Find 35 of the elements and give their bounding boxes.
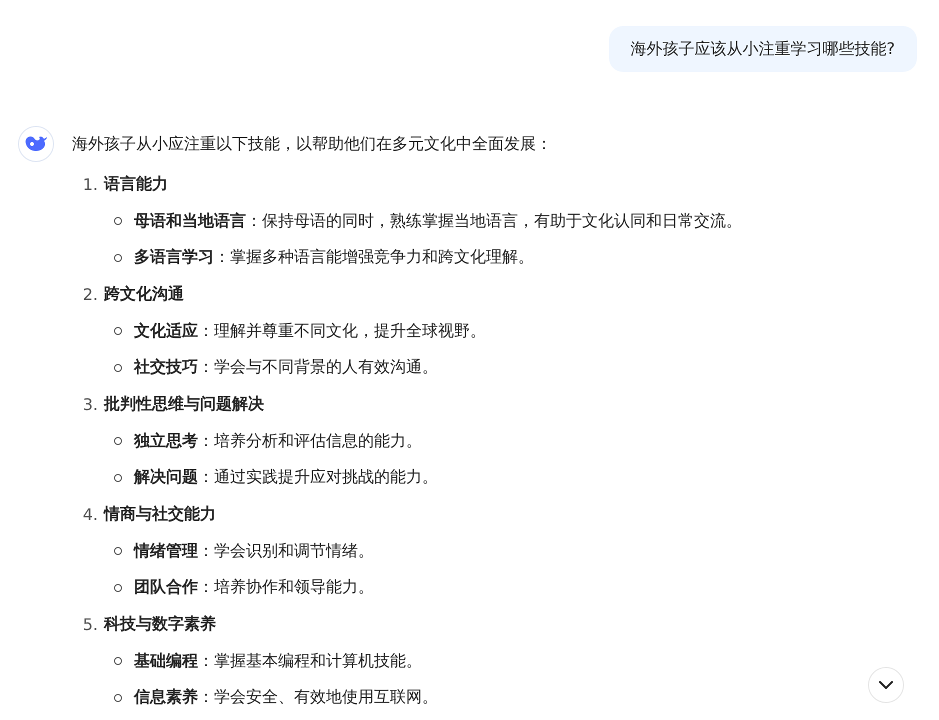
list-item-text: 母语和当地语言：保持母语的同时，熟练掌握当地语言，有助于文化认同和日常交流。 [134,210,742,232]
section-title: 科技与数字素养 [104,614,216,636]
section-title: 批判性思维与问题解决 [104,394,264,415]
bullet-icon [114,327,122,336]
list-number: 1. [82,174,98,194]
scroll-down-button[interactable] [868,667,904,703]
list-item-text: 独立思考：培养分析和评估信息的能力。 [134,430,422,452]
list-number: 3. [82,394,98,414]
bullet-icon [114,474,122,482]
section-title: 情商与社交能力 [104,504,216,526]
list-item-text: 基础编程：掌握基本编程和计算机技能。 [134,650,422,672]
bullet-icon [114,694,122,702]
bullet-icon [114,584,122,592]
bullet-icon [114,547,122,556]
reply-intro: 海外孩子从小应注重以下技能，以帮助他们在多元文化中全面发展： [72,133,553,155]
bullet-icon [114,254,122,262]
user-message: 海外孩子应该从小注重学习哪些技能? [608,26,917,72]
chevron-down-icon [878,680,894,690]
list-number: 5. [82,615,98,634]
list-number: 4. [82,505,98,524]
bullet-icon [114,217,122,226]
bullet-icon [114,364,122,372]
bullet-icon [114,657,122,666]
list-item-text: 解决问题：通过实践提升应对挑战的能力。 [134,467,438,488]
list-item-text: 团队合作：培养协作和领导能力。 [134,577,374,598]
bullet-icon [114,437,122,446]
list-item-text: 情绪管理：学会识别和调节情绪。 [134,540,374,562]
list-item-text: 信息素养：学会安全、有效地使用互联网。 [134,687,438,708]
list-item-text: 多语言学习：掌握多种语言能增强竞争力和跨文化理解。 [134,247,534,268]
section-title: 跨文化沟通 [104,284,184,305]
list-number: 2. [82,284,98,304]
whale-icon [24,134,48,154]
list-item-text: 文化适应：理解并尊重不同文化，提升全球视野。 [134,320,486,342]
list-item-text: 社交技巧：学会与不同背景的人有效沟通。 [134,357,438,378]
section-title: 语言能力 [104,174,168,195]
